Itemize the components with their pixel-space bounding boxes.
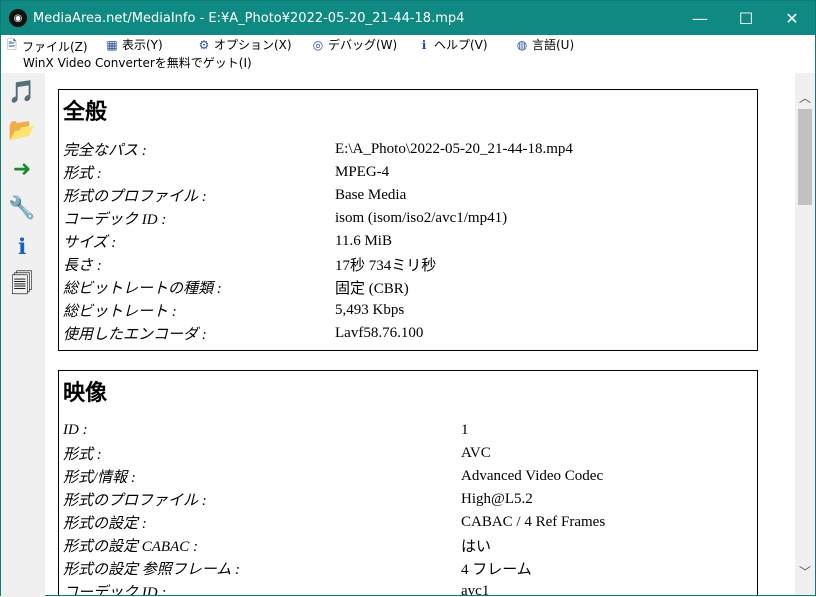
menu-bar: 🖹 ファイル(Z) ▦ 表示(Y) ⚙ オプション(X) ◎ デバッグ(W) ℹ… [1,35,815,55]
view-icon: ▦ [106,37,118,52]
menu-label: 表示(Y) [122,38,163,52]
winx-promo-link[interactable]: WinX Video Converterを無料でゲット(I) [23,54,252,71]
info-key: 形式の設定 参照フレーム : [63,562,241,578]
info-panel[interactable]: 全般 完全なパス : E:\A_Photo\2022-05-20_21-44-18… [45,73,795,595]
about-icon[interactable]: ℹ [5,230,39,264]
menu-options[interactable]: ⚙ オプション(X) [197,36,292,53]
window-title: MediaArea.net/MediaInfo - E:¥A_Photo¥202… [33,10,465,26]
info-value: MPEG-4 [335,164,390,180]
info-value: Advanced Video Codec [461,468,604,484]
info-value: Lavf58.76.100 [335,325,424,341]
mediainfo-app-icon: ◉ [9,9,27,27]
info-key: 形式 : [63,447,102,463]
info-key: 形式 : [63,166,102,182]
info-key: 長さ : [63,258,102,274]
menu-label: 言語(U) [532,38,575,52]
info-value: 4 フレーム [461,562,532,578]
menu-label: デバッグ(W) [328,38,398,52]
file-icon: 🖹 [7,38,17,52]
section-title: 全般 [63,100,108,125]
globe-icon: ◍ [516,37,528,52]
info-row: 長さ : 17秒 734ミリ秒 [59,253,757,276]
preferences-icon[interactable]: 🔧 [5,191,39,225]
info-value: E:\A_Photo\2022-05-20_21-44-18.mp4 [335,141,573,157]
video-section: 映像 ID : 1 形式 : AVC 形式/情報 : Advanced Video Cod… [58,370,758,595]
app-window: ◉ MediaArea.net/MediaInfo - E:¥A_Photo¥2… [0,0,816,597]
info-key: 形式のプロファイル : [63,189,207,205]
info-row: 形式の設定 参照フレーム : 4 フレーム [59,557,757,580]
menu-view[interactable]: ▦ 表示(Y) [105,36,163,53]
menu-label: ファイル(Z) [22,40,88,54]
info-key: コーデック ID : [63,585,167,595]
info-key: 形式の設定 : [63,516,147,532]
info-row: コーデック ID : avc1 [59,580,757,595]
info-key: 形式の設定 CABAC : [63,539,198,555]
info-row: サイズ : 11.6 MiB [59,230,757,253]
menu-help[interactable]: ℹ ヘルプ(V) [417,36,488,53]
info-value: Base Media [335,187,407,203]
export-icon[interactable]: ➜ [5,152,39,186]
info-row: 形式 : AVC [59,442,757,465]
info-value: High@L5.2 [461,491,533,507]
general-section: 全般 完全なパス : E:\A_Photo\2022-05-20_21-44-18… [58,89,758,351]
scroll-down-icon[interactable]: ﹀ [795,561,815,581]
info-key: 形式のプロファイル : [63,493,207,509]
info-key: コーデック ID : [63,212,167,228]
info-key: 総ビットレート : [63,304,177,320]
info-row: 形式 : MPEG-4 [59,161,757,184]
menu-language[interactable]: ◍ 言語(U) [515,36,574,53]
info-value: avc1 [461,583,490,595]
vertical-scrollbar[interactable]: ︿ ﹀ [795,73,815,595]
menu-label: ヘルプ(V) [434,38,488,52]
menu-label: オプション(X) [214,38,292,52]
info-key: 使用したエンコーダ : [63,327,207,343]
title-bar[interactable]: ◉ MediaArea.net/MediaInfo - E:¥A_Photo¥2… [1,1,815,35]
info-value: AVC [461,445,491,461]
info-row: 形式の設定 : CABAC / 4 Ref Frames [59,511,757,534]
minimize-button[interactable]: — [677,1,723,35]
info-row: 使用したエンコーダ : Lavf58.76.100 [59,322,757,345]
info-key: ID : [63,422,88,438]
info-key: サイズ : [63,235,117,251]
info-row: 形式/情報 : Advanced Video Codec [59,465,757,488]
open-folder-icon[interactable]: 📂 [5,113,39,147]
info-value: はい [461,539,492,555]
info-key: 形式/情報 : [63,470,136,486]
scroll-thumb[interactable] [798,109,812,205]
open-file-icon[interactable]: 🎵 [5,75,39,109]
info-value: CABAC / 4 Ref Frames [461,514,606,530]
section-title: 映像 [63,381,108,406]
side-toolbar: 🎵 📂 ➜ 🔧 ℹ 🗐 [1,73,45,597]
info-row: 完全なパス : E:\A_Photo\2022-05-20_21-44-18.mp… [59,138,757,161]
info-row: 形式のプロファイル : Base Media [59,184,757,207]
scroll-up-icon[interactable]: ︿ [795,87,815,107]
info-key: 総ビットレートの種類 : [63,281,222,297]
info-row: 総ビットレートの種類 : 固定 (CBR) [59,276,757,299]
menu-debug[interactable]: ◎ デバッグ(W) [311,36,397,53]
info-row: ID : 1 [59,419,757,442]
info-row: 総ビットレート : 5,493 Kbps [59,299,757,322]
info-value: 1 [461,422,469,438]
help-icon: ℹ [421,37,427,52]
info-value: 11.6 MiB [335,233,392,249]
info-value: 17秒 734ミリ秒 [335,258,437,274]
info-value: 固定 (CBR) [335,281,409,297]
info-row: 形式のプロファイル : High@L5.2 [59,488,757,511]
close-button[interactable]: ✕ [769,1,815,35]
debug-icon: ◎ [312,37,324,52]
info-row: 形式の設定 CABAC : はい [59,534,757,557]
info-key: 完全なパス : [63,143,147,159]
copy-icon[interactable]: 🗐 [5,269,39,303]
maximize-button[interactable]: ☐ [723,1,769,35]
info-value: 5,493 Kbps [335,302,405,318]
info-row: コーデック ID : isom (isom/iso2/avc1/mp41) [59,207,757,230]
info-value: isom (isom/iso2/avc1/mp41) [335,210,508,226]
options-icon: ⚙ [198,37,210,52]
